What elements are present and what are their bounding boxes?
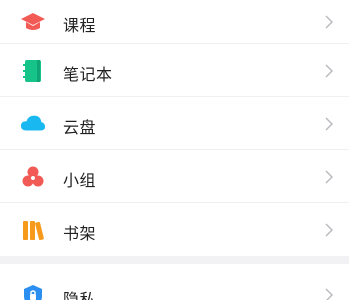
menu-item-privacy[interactable]: 隐私 (0, 264, 349, 300)
group-icon (20, 164, 46, 190)
chevron-right-icon (325, 15, 333, 29)
chevron-right-icon (325, 117, 333, 131)
cloud-icon (20, 111, 46, 137)
menu-item-group[interactable]: 小组 (0, 150, 349, 203)
notebook-icon (20, 58, 46, 84)
chevron-right-icon (325, 223, 333, 237)
menu-item-label: 小组 (63, 171, 97, 190)
privacy-lock-icon (20, 284, 46, 300)
menu-item-label: 隐私 (63, 290, 97, 300)
bookshelf-icon (20, 217, 46, 243)
menu-group-primary: 课程 笔记本 云盘 小组 书架 (0, 0, 349, 256)
chevron-right-icon (325, 288, 333, 300)
menu-item-label: 课程 (63, 16, 97, 35)
menu-item-label: 笔记本 (63, 65, 113, 84)
menu-item-notebook[interactable]: 笔记本 (0, 44, 349, 97)
menu-item-courses[interactable]: 课程 (0, 0, 349, 44)
menu-item-label: 云盘 (63, 118, 97, 137)
menu-item-bookshelf[interactable]: 书架 (0, 203, 349, 256)
graduation-cap-icon (20, 9, 46, 35)
chevron-right-icon (325, 170, 333, 184)
menu-item-label: 书架 (63, 224, 97, 243)
menu-group-secondary: 隐私 (0, 264, 349, 300)
menu-item-cloud-drive[interactable]: 云盘 (0, 97, 349, 150)
chevron-right-icon (325, 64, 333, 78)
